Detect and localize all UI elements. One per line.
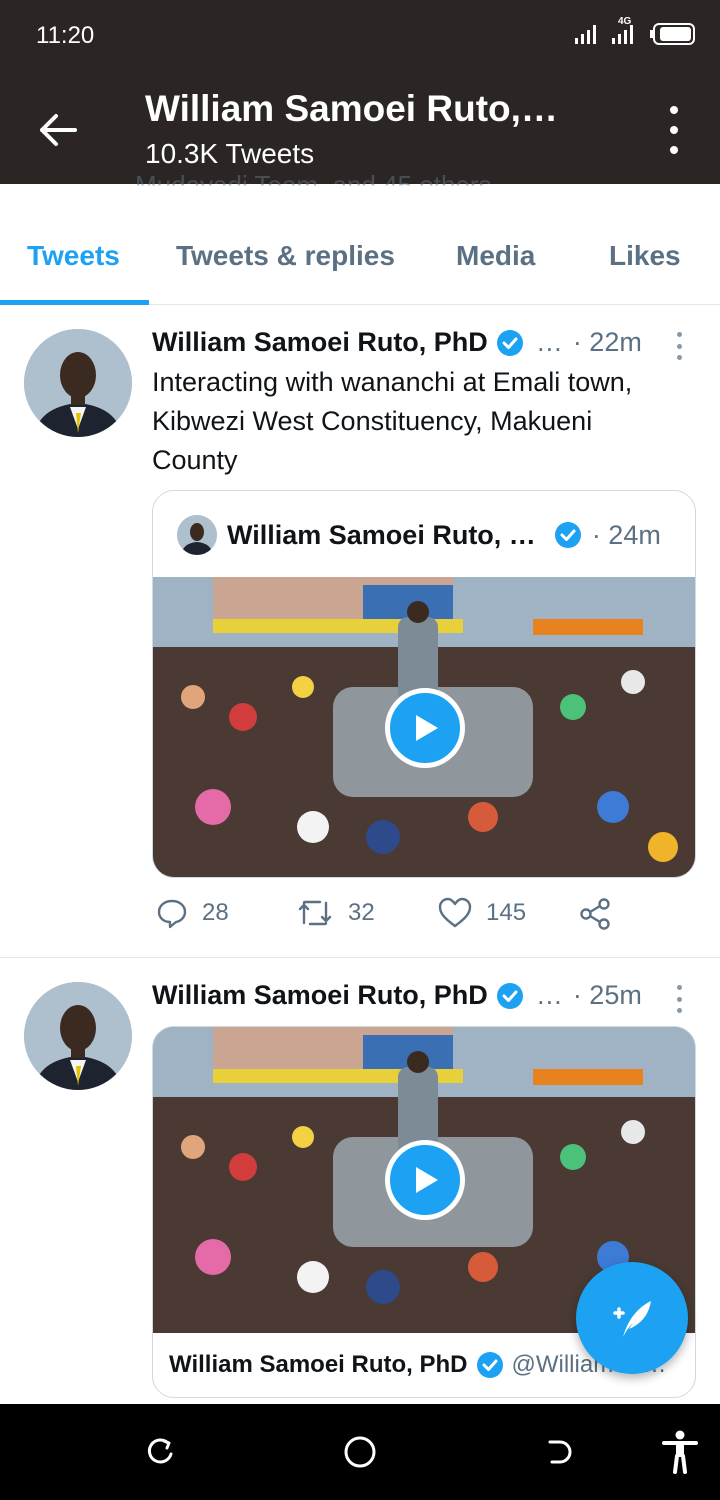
compose-tweet-button[interactable] (576, 1262, 688, 1374)
avatar[interactable] (24, 329, 132, 437)
verified-badge-icon (496, 982, 523, 1009)
play-button[interactable] (385, 1140, 465, 1220)
author-name[interactable]: William Samoei Ruto, PhD (152, 327, 488, 358)
system-nav-bar (0, 1404, 720, 1500)
status-bar: 11:20 4G (0, 0, 720, 76)
tweet-count: 10.3K Tweets (145, 138, 315, 169)
reply-button[interactable]: 28 (156, 897, 229, 929)
like-button[interactable]: 145 (438, 897, 526, 929)
retweet-icon (298, 900, 332, 926)
back-button[interactable] (30, 102, 86, 158)
recents-icon (147, 1438, 173, 1464)
status-time: 11:20 (36, 22, 95, 49)
verified-badge-icon (476, 1352, 503, 1378)
tweet-text: Interacting with wananchi at Emali town,… (152, 367, 633, 475)
reply-count: 28 (202, 899, 229, 926)
status-icons: 4G (574, 16, 696, 46)
accessibility-button[interactable] (658, 1430, 702, 1474)
quoted-tweet-card[interactable]: William Samoei Ruto, … · 24m (152, 490, 696, 878)
retweet-button[interactable]: 32 (296, 897, 375, 929)
vertical-dots-icon (670, 106, 678, 114)
compose-feather-icon (613, 1301, 651, 1337)
avatar[interactable] (24, 982, 132, 1090)
heart-icon (438, 897, 472, 928)
handle-truncated: … (535, 980, 563, 1010)
profile-header: William Samoei Ruto,… 10.3K Tweets (0, 76, 720, 184)
tweet-header: William Samoei Ruto, PhD … · 22m (152, 327, 642, 358)
play-button[interactable] (385, 688, 465, 768)
tab-likes[interactable]: Likes (609, 240, 681, 272)
share-button[interactable] (578, 897, 612, 931)
quoted-tweet-time: · 24m (591, 519, 661, 550)
overflow-menu-button[interactable] (662, 106, 686, 154)
tweet-header: William Samoei Ruto, PhD … · 25m (152, 980, 642, 1011)
recents-button[interactable] (138, 1430, 182, 1474)
verified-badge-icon (496, 329, 523, 356)
back-nav-button[interactable] (538, 1430, 582, 1474)
profile-name: William Samoei Ruto,… (145, 88, 558, 129)
tab-tweets-and-replies[interactable]: Tweets & replies (176, 240, 395, 272)
tweet[interactable]: William Samoei Ruto, PhD … · 22m Interac… (0, 305, 720, 957)
verified-badge-icon (554, 522, 581, 548)
quoted-tweet-header: William Samoei Ruto, … · 24m (177, 515, 661, 555)
retweet-count: 32 (348, 899, 375, 926)
play-icon (416, 715, 438, 741)
play-icon (416, 1167, 438, 1193)
tweet-actions: 28 32 145 (152, 897, 672, 937)
reply-icon (157, 899, 187, 929)
tweet-more-button[interactable] (675, 985, 683, 1013)
tweet-time[interactable]: · 25m (573, 980, 642, 1011)
tweet-more-button[interactable] (675, 332, 683, 360)
home-button[interactable] (338, 1430, 382, 1474)
handle-truncated: … (535, 327, 563, 357)
signal-icon (575, 25, 596, 44)
card-author-name: William Samoei Ruto, PhD (169, 1351, 468, 1378)
home-circle-icon (344, 1436, 376, 1468)
accessibility-icon (662, 1430, 698, 1474)
video-thumbnail[interactable] (153, 577, 695, 877)
followers-you-know-text: Mudavadi Team, and 45 others (135, 170, 492, 200)
tweet-time[interactable]: · 22m (573, 327, 642, 358)
profile-tabs: Tweets Tweets & replies Media Likes (0, 210, 720, 305)
arrow-left-icon (40, 114, 77, 146)
share-icon (580, 898, 610, 930)
author-name[interactable]: William Samoei Ruto, PhD (152, 980, 488, 1011)
back-nav-icon (548, 1440, 572, 1464)
like-count: 145 (486, 899, 527, 926)
tab-tweets[interactable]: Tweets (27, 240, 120, 272)
signal-4g-icon: 4G (610, 16, 640, 46)
tab-media[interactable]: Media (456, 240, 535, 272)
quoted-avatar (177, 515, 217, 555)
battery-icon (650, 23, 695, 45)
quoted-author-name: William Samoei Ruto, … (227, 519, 536, 550)
